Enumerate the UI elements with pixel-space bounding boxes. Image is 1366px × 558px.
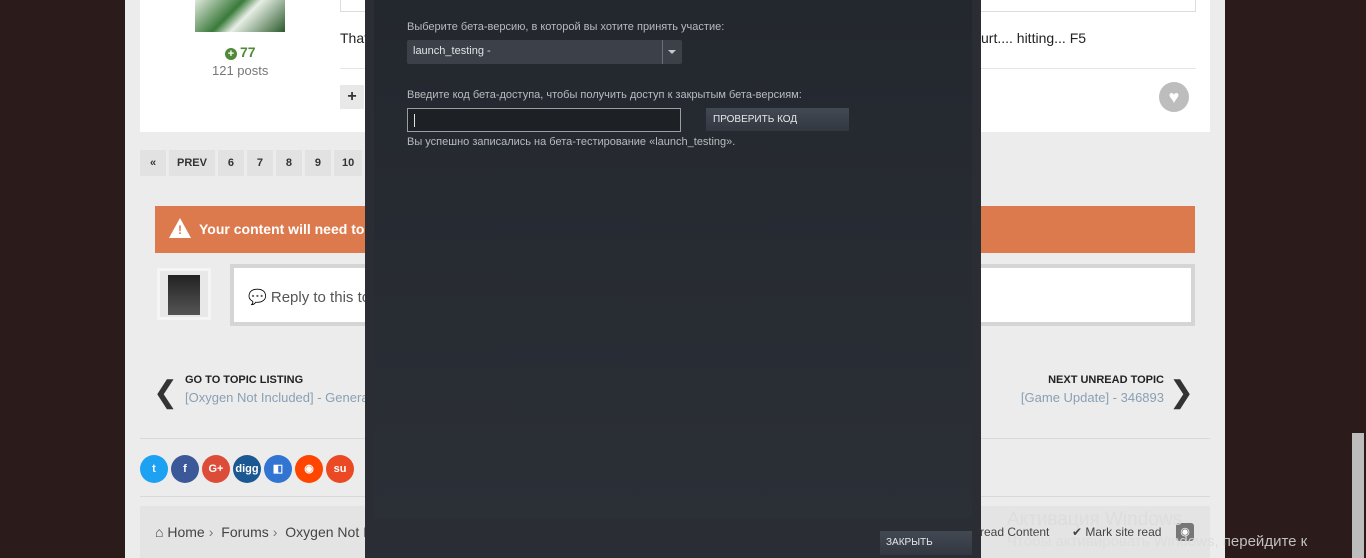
beta-select-label: Выберите бета-версию, в которой вы хотит… (407, 21, 725, 33)
enroll-success-message: Вы успешно записались на бета-тестирован… (407, 136, 736, 148)
reply-placeholder: 💬 Reply to this to (248, 289, 371, 306)
text-caret (414, 114, 415, 127)
next-topic-name[interactable]: [Game Update] - 346893 (1021, 390, 1164, 405)
digg-icon[interactable]: digg (233, 455, 261, 483)
windows-activation-title: Активация Windows (1007, 509, 1183, 530)
chevron-left-icon[interactable]: ❮ (153, 375, 178, 410)
first-page-button[interactable]: « (140, 150, 166, 176)
post-count: 121 posts (212, 63, 269, 78)
twitter-icon[interactable]: t (140, 455, 168, 483)
user-avatar (157, 268, 211, 320)
check-code-button[interactable]: ПРОВЕРИТЬ КОД (706, 108, 849, 131)
steam-beta-dialog: Выберите бета-версию, в которой вы хотит… (365, 0, 981, 558)
go-to-topic-listing-link[interactable]: GO TO TOPIC LISTING (185, 374, 303, 386)
facebook-icon[interactable]: f (171, 455, 199, 483)
next-unread-topic-link[interactable]: NEXT UNREAD TOPIC (1048, 374, 1164, 386)
reddit-icon[interactable]: ◉ (295, 455, 323, 483)
topic-listing-name[interactable]: [Oxygen Not Included] - Genera (185, 390, 369, 405)
close-button[interactable]: ЗАКРЫТЬ (880, 531, 972, 555)
page-8[interactable]: 8 (275, 150, 302, 176)
home-icon: ⌂ (155, 524, 164, 540)
prev-page-button[interactable]: PREV (169, 150, 215, 176)
beta-select-dropdown[interactable]: launch_testing - (407, 40, 682, 64)
author-avatar[interactable] (195, 0, 285, 32)
plus-circle-icon: + (225, 48, 237, 60)
breadcrumb-section[interactable]: Oxygen Not In (285, 524, 375, 540)
post-text: That (340, 30, 369, 46)
chevron-right-icon[interactable]: ❯ (1169, 375, 1194, 410)
page-10[interactable]: 10 (333, 150, 363, 176)
beta-code-input[interactable] (407, 108, 681, 132)
page-9[interactable]: 9 (304, 150, 331, 176)
stumbleupon-icon[interactable]: su (326, 455, 354, 483)
chevron-down-icon[interactable] (662, 40, 682, 64)
warning-icon: ! (169, 218, 191, 238)
page-6[interactable]: 6 (217, 150, 244, 176)
windows-activation-text: Чтобы активировать Windows, перейдите к (1007, 533, 1308, 550)
share-buttons: t f G+ digg ◧ ◉ su (140, 455, 354, 483)
pagination: « PREV 6 7 8 9 10 (140, 150, 363, 176)
multiquote-button[interactable]: + (340, 85, 364, 109)
breadcrumb: ⌂ Home › Forums › Oxygen Not In (155, 524, 375, 540)
like-heart-icon[interactable]: ♥ (1159, 82, 1189, 112)
googleplus-icon[interactable]: G+ (202, 455, 230, 483)
breadcrumb-home[interactable]: Home (167, 524, 204, 540)
scrollbar[interactable] (1349, 0, 1366, 558)
reputation-badge: +77 (225, 44, 256, 60)
dialog-content: Выберите бета-версию, в которой вы хотит… (374, 0, 972, 518)
beta-code-label: Введите код бета-доступа, чтобы получить… (407, 89, 802, 101)
delicious-icon[interactable]: ◧ (264, 455, 292, 483)
breadcrumb-forums[interactable]: Forums (221, 524, 268, 540)
page-7[interactable]: 7 (246, 150, 273, 176)
post-text-tail: urt.... hitting... F5 (981, 30, 1087, 46)
scrollbar-thumb[interactable] (1352, 433, 1364, 558)
beta-selected-value: launch_testing - (413, 45, 491, 57)
